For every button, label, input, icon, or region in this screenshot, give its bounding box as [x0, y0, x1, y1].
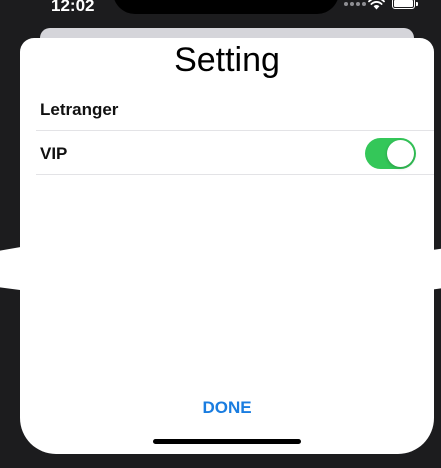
settings-row-letranger[interactable]: Letranger [36, 87, 434, 131]
status-time: 12:02 [51, 0, 95, 15]
status-bar: 12:02 [0, 0, 441, 18]
row-label: VIP [40, 144, 68, 163]
toggle-knob [387, 140, 414, 167]
wifi-icon [368, 0, 385, 10]
settings-row-vip: VIP [36, 131, 434, 175]
home-indicator [153, 439, 301, 444]
battery-icon [392, 0, 418, 9]
done-button[interactable]: DONE [20, 398, 434, 418]
row-label: Letranger [40, 100, 119, 119]
vip-toggle[interactable] [365, 138, 416, 169]
settings-sheet: Setting Letranger VIP DONE [20, 38, 434, 454]
notch [113, 0, 339, 14]
settings-list: Letranger VIP [36, 87, 434, 175]
sheet-title: Setting [174, 41, 280, 79]
signal-dots-icon [344, 2, 366, 6]
